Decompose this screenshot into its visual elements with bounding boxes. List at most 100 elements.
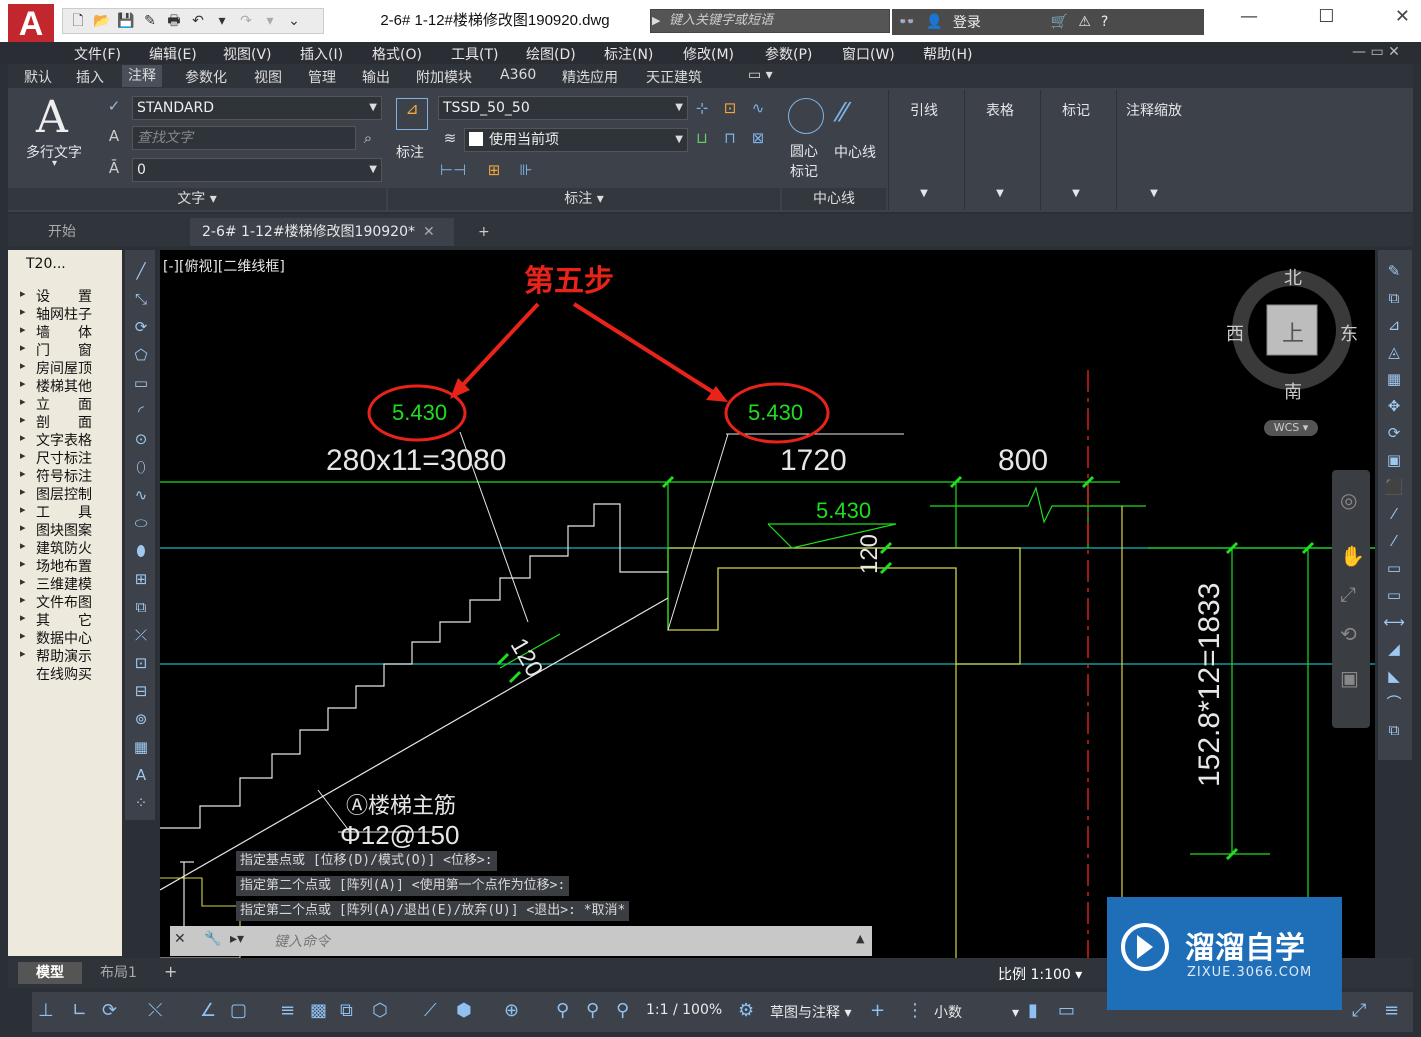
quick-properties-icon[interactable]: ▮ [1028,1000,1038,1021]
mtext-icon[interactable]: A [36,92,68,143]
tab-output[interactable]: 输出 [362,67,390,87]
side-panel-item[interactable]: 符号标注 [20,466,92,486]
gradient-icon[interactable]: ⊟ [130,680,152,702]
erase-icon[interactable]: ✎ [1383,260,1405,282]
baseline-dim-icon[interactable]: ⊞ [484,160,504,180]
leader-panel-button[interactable]: 引线 ▼ [888,90,959,210]
insert-block-icon[interactable]: ⊞ [130,568,152,590]
polygon-icon[interactable]: ⬠ [130,344,152,366]
workspace-gear-icon[interactable]: ⚙ [738,1000,754,1021]
polar-tracking-icon[interactable]: ⤬ [148,1000,162,1021]
tab-addins[interactable]: 附加模块 [416,67,472,87]
viewport-label[interactable]: [-][俯视][二维线框] [163,256,285,276]
layer-stack-icon[interactable]: ≋ [440,128,460,148]
isodraft-icon[interactable]: ∠ [200,1000,216,1021]
dim-space-icon[interactable]: ⊪ [516,160,536,180]
center-mark-label[interactable]: 圆心标记 [790,142,826,182]
side-panel-item[interactable]: 文件布图 [20,592,92,612]
circle-icon[interactable]: ⊙ [130,428,152,450]
wcs-menu[interactable]: WCS ▾ [1264,420,1318,436]
explode-icon[interactable]: ⧉ [1383,719,1405,741]
tab-manage[interactable]: 管理 [308,67,336,87]
chamfer-icon[interactable]: ◢ [1383,638,1405,660]
zoom-extents-icon[interactable]: ⤢ [1340,582,1356,606]
tab-annotate[interactable]: 注释 [122,65,162,87]
menu-edit[interactable]: 编辑(E) [149,44,197,64]
lineweight-icon[interactable]: ≡ [280,1000,295,1021]
close-icon[interactable]: ✕ [1395,6,1410,34]
menu-help[interactable]: 帮助(H) [923,44,972,64]
save-icon[interactable]: 💾 [115,11,137,31]
add-layout-icon[interactable]: + [164,962,177,981]
menu-modify[interactable]: 修改(M) [683,44,734,64]
mtext-dropdown-icon[interactable]: ▾ [52,158,57,169]
break-icon[interactable]: ▭ [1383,584,1405,606]
close-command-icon[interactable]: ✕ [174,931,186,947]
gizmo-icon[interactable]: ⊕ [504,1000,519,1021]
dimension-icon[interactable]: ⊿ [396,98,428,130]
mirror-icon[interactable]: ⊿ [1383,314,1405,336]
cart-icon[interactable]: 🛒 [1051,14,1068,30]
fillet-icon[interactable]: ◣ [1383,665,1405,687]
find-text-input[interactable]: 查找文字 [132,126,356,150]
selection-filter-icon[interactable]: ⬢ [456,1000,472,1021]
tab-layout1[interactable]: 布局1 [96,962,141,984]
transparency-icon[interactable]: ▩ [310,1000,327,1021]
jogged-dim-icon[interactable]: ∿ [748,98,768,118]
text-style-select[interactable]: STANDARD ▼ [132,96,382,120]
undo-icon[interactable]: ↶ [187,11,209,31]
annotation-monitor-icon[interactable]: + [870,1000,885,1021]
binoculars-icon[interactable]: 👓 [898,14,915,30]
dim-style-select[interactable]: TSSD_50_50 ▼ [438,96,688,120]
lock-ui-icon[interactable]: ▭ [1058,1000,1075,1021]
centerline-icon[interactable]: ⁄⁄ [838,98,847,128]
viewcube-south[interactable]: 南 [1284,378,1302,404]
break-at-point-icon[interactable]: ▭ [1383,557,1405,579]
dim-panel-footer[interactable]: 标注 ▾ [388,188,780,210]
maximize-icon[interactable]: ☐ [1318,6,1334,34]
units-select[interactable]: 小数 ▾ [934,1002,1019,1022]
anno-scale-panel-button[interactable]: 注释缩放 ▼ [1116,90,1191,210]
spellcheck-icon[interactable]: ✓ [104,96,124,116]
orbit-icon[interactable]: ⟲ [1340,622,1357,646]
side-panel-item[interactable]: 门 窗 [20,340,92,360]
help-icon[interactable]: ? [1101,14,1108,30]
side-panel-item[interactable]: 建筑防火 [20,538,92,558]
menu-tools[interactable]: 工具(T) [451,44,498,64]
side-panel-item[interactable]: 其 它 [20,610,92,630]
tab-insert[interactable]: 插入 [76,67,104,87]
point-icon[interactable]: ⤫ [130,624,152,646]
markup-panel-button[interactable]: 标记 ▼ [1040,90,1111,210]
side-panel-item[interactable]: 三维建模 [20,574,92,594]
table-panel-button[interactable]: 表格 ▼ [964,90,1035,210]
selection-cycling-icon[interactable]: ⧉ [340,1000,353,1021]
customize-qa-icon[interactable]: ⌄ [283,11,305,31]
trim-icon[interactable]: ⁄ [1383,503,1405,525]
side-panel-item[interactable]: 文字表格 [20,430,92,450]
stretch-icon[interactable]: ⬛ [1383,476,1405,498]
viewcube-north[interactable]: 北 [1284,264,1302,290]
side-panel-item[interactable]: 图块图案 [20,520,92,540]
dim-break-icon[interactable]: ⊡ [720,98,740,118]
close-tab-icon[interactable]: ✕ [423,224,435,240]
text-panel-footer[interactable]: 文字 ▾ [8,188,386,210]
mtext-tool-icon[interactable]: A [130,764,152,786]
ellipse-arc-icon[interactable]: ⬮ [130,540,152,562]
menu-parametric[interactable]: 参数(P) [765,44,812,64]
doc-window-controls[interactable]: — ▭ ✕ [1352,44,1400,60]
inspect-dim-icon[interactable]: ⊔ [692,128,712,148]
text-height-icon[interactable]: Ā [104,158,124,178]
new-tab-icon[interactable]: + [466,218,502,246]
ribbon-toggle-icon[interactable]: ▭ ▾ [748,67,773,83]
side-panel-item[interactable]: 帮助演示 [20,646,92,666]
polyline-icon[interactable]: ⟳ [130,316,152,338]
table-icon[interactable]: ▦ [130,736,152,758]
search-expand-icon[interactable]: ▶ [652,14,660,27]
viewcube-west[interactable]: 西 [1226,320,1244,346]
make-block-icon[interactable]: ⧉ [130,596,152,618]
dimension-label[interactable]: 标注 [396,142,424,162]
region-icon[interactable]: ⊚ [130,708,152,730]
menu-file[interactable]: 文件(F) [74,44,121,64]
side-panel-item[interactable]: 剖 面 [20,412,92,432]
blend-icon[interactable]: ⌒ [1383,692,1405,714]
